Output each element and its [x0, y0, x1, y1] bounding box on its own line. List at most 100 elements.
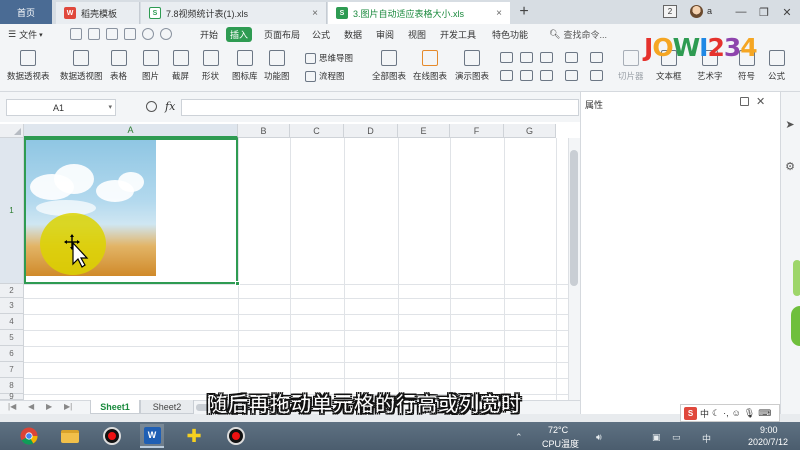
- picture-button[interactable]: 图片: [142, 50, 159, 82]
- tab-file-2[interactable]: S 3.图片自动适应表格大小.xls ×: [328, 2, 510, 24]
- combo-chart-icon[interactable]: [565, 70, 578, 81]
- new-tab-button[interactable]: +: [514, 2, 534, 22]
- menu-item-developer[interactable]: 开发工具: [436, 27, 480, 42]
- mindmap-button[interactable]: 思维导图: [305, 52, 353, 64]
- menu-item-insert[interactable]: 插入: [226, 27, 253, 42]
- last-sheet-icon[interactable]: ▶|: [64, 402, 72, 411]
- close-icon[interactable]: ×: [496, 8, 502, 19]
- name-box[interactable]: A1 ▾: [6, 99, 116, 116]
- prev-sheet-icon[interactable]: ◀: [28, 402, 34, 411]
- maximize-icon[interactable]: ❐: [755, 3, 773, 21]
- print-icon[interactable]: [106, 28, 118, 40]
- close-icon[interactable]: ✕: [756, 95, 765, 108]
- column-header-a[interactable]: A: [24, 124, 238, 138]
- security-app[interactable]: ✚: [182, 424, 206, 448]
- row-header-3[interactable]: 3: [0, 298, 24, 314]
- minimize-icon[interactable]: —: [732, 3, 750, 21]
- menu-item-features[interactable]: 特色功能: [488, 27, 532, 42]
- battery-icon[interactable]: ▭: [672, 432, 681, 443]
- row-header-7[interactable]: 7: [0, 362, 24, 378]
- column-header-c[interactable]: C: [290, 124, 344, 138]
- pivot-chart-button[interactable]: 数据透视图: [60, 50, 103, 82]
- ime-toolbar[interactable]: S 中 ☾ ·, ☺ 🎙︎ ⌨: [680, 404, 780, 422]
- sparkline-icon[interactable]: [590, 52, 603, 63]
- flowchart-button[interactable]: 流程图: [305, 70, 345, 82]
- side-tab[interactable]: [793, 260, 800, 296]
- screenshot-button[interactable]: 截屏: [172, 50, 189, 82]
- sheet-tab-sheet2[interactable]: Sheet2: [140, 400, 194, 414]
- row-header-4[interactable]: 4: [0, 314, 24, 330]
- column-header-f[interactable]: F: [450, 124, 504, 138]
- demo-charts-button[interactable]: 演示图表: [455, 50, 489, 82]
- shapes-button[interactable]: 形状: [202, 50, 219, 82]
- clock-date[interactable]: 2020/7/12: [748, 437, 788, 447]
- recorder-app-2[interactable]: [224, 424, 248, 448]
- scatter-chart-icon[interactable]: [520, 70, 533, 81]
- row-header-6[interactable]: 6: [0, 346, 24, 362]
- column-header-b[interactable]: B: [238, 124, 290, 138]
- area-chart-icon[interactable]: [520, 52, 533, 63]
- menu-item-page-layout[interactable]: 页面布局: [260, 27, 304, 42]
- grid-line: [450, 138, 451, 400]
- pie-chart-icon[interactable]: [540, 52, 553, 63]
- pointer-icon[interactable]: ➤: [784, 118, 796, 131]
- undo-icon[interactable]: [142, 28, 154, 40]
- export-icon[interactable]: [88, 28, 100, 40]
- function-icon[interactable]: fx: [165, 100, 175, 113]
- table-button[interactable]: 表格: [110, 50, 127, 82]
- zoom-icon[interactable]: [146, 101, 157, 112]
- chrome-app[interactable]: [17, 424, 41, 448]
- preview-icon[interactable]: [124, 28, 136, 40]
- line-chart-icon[interactable]: [500, 52, 513, 63]
- redo-icon[interactable]: [160, 28, 172, 40]
- tab-docer[interactable]: W 稻壳模板: [56, 2, 140, 24]
- next-sheet-icon[interactable]: ▶: [46, 402, 52, 411]
- assistant-bubble[interactable]: [791, 306, 800, 346]
- all-charts-button[interactable]: 全部图表: [372, 50, 406, 82]
- slicer-button[interactable]: 切片器: [618, 50, 644, 82]
- radar-chart-icon[interactable]: [540, 70, 553, 81]
- avatar[interactable]: [690, 5, 703, 18]
- stock-chart-icon[interactable]: [565, 52, 578, 63]
- speaker-icon[interactable]: 🔊︎: [596, 432, 602, 443]
- network-icon[interactable]: ▣: [652, 432, 661, 443]
- select-all-corner[interactable]: [0, 124, 24, 138]
- menu-item-formulas[interactable]: 公式: [308, 27, 334, 42]
- column-header-g[interactable]: G: [504, 124, 556, 138]
- close-window-icon[interactable]: ✕: [778, 3, 796, 21]
- save-icon[interactable]: [70, 28, 82, 40]
- menu-item-view[interactable]: 视图: [404, 27, 430, 42]
- tab-file-1[interactable]: S 7.8视频统计表(1).xls ×: [141, 2, 327, 24]
- first-sheet-icon[interactable]: |◀: [8, 402, 16, 411]
- vertical-scroll-thumb[interactable]: [570, 150, 578, 286]
- row-header-2[interactable]: 2: [0, 284, 24, 298]
- sheet-tab-sheet1[interactable]: Sheet1: [90, 400, 140, 414]
- input-lang[interactable]: 中: [702, 432, 711, 445]
- command-search[interactable]: 🔍︎ 查找命令...: [545, 27, 611, 42]
- column-header-d[interactable]: D: [344, 124, 398, 138]
- fill-handle[interactable]: [235, 281, 240, 286]
- explorer-app[interactable]: [58, 424, 82, 448]
- row-header-5[interactable]: 5: [0, 330, 24, 346]
- online-charts-button[interactable]: 在线图表: [413, 50, 447, 82]
- column-chart-icon[interactable]: [500, 70, 513, 81]
- pivot-table-button[interactable]: 数据透视表: [7, 50, 50, 82]
- window-count-badge[interactable]: 2: [663, 5, 677, 18]
- file-menu[interactable]: ☰ 文件 ▾: [4, 27, 47, 42]
- formula-input[interactable]: [181, 99, 579, 116]
- menu-item-review[interactable]: 审阅: [372, 27, 398, 42]
- menu-item-home[interactable]: 开始: [196, 27, 222, 42]
- sparkline-column-icon[interactable]: [590, 70, 603, 81]
- close-icon[interactable]: ×: [312, 8, 318, 19]
- column-header-e[interactable]: E: [398, 124, 450, 138]
- recorder-app[interactable]: [100, 424, 124, 448]
- icon-library-button[interactable]: 图标库: [232, 50, 258, 82]
- tab-home[interactable]: 首页: [0, 0, 52, 24]
- tune-icon[interactable]: ⚙: [784, 160, 796, 173]
- lock-icon[interactable]: [740, 97, 749, 106]
- tray-icon[interactable]: ⌃: [515, 432, 523, 443]
- wps-app[interactable]: W: [140, 424, 164, 448]
- function-chart-button[interactable]: 功能图: [264, 50, 290, 82]
- menu-item-data[interactable]: 数据: [340, 27, 366, 42]
- row-header-1[interactable]: 1: [0, 138, 24, 284]
